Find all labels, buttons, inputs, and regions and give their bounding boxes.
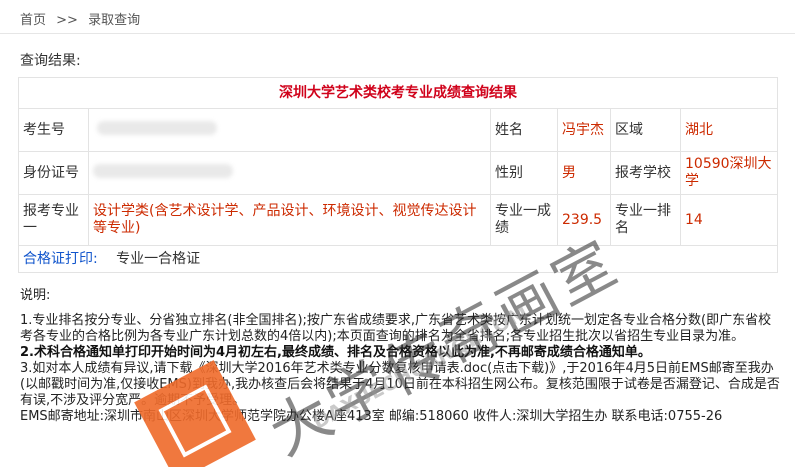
name-value: 冯宇杰 xyxy=(557,108,611,152)
result-label: 查询结果: xyxy=(20,53,81,69)
certificate-print-link[interactable]: 合格证打印: xyxy=(23,251,98,267)
region-value: 湖北 xyxy=(679,108,779,152)
notes-title: 说明: xyxy=(20,288,51,303)
id-value xyxy=(88,151,491,195)
breadcrumb-home-link[interactable]: 首页 xyxy=(20,13,46,28)
name-label: 姓名 xyxy=(490,108,558,152)
rank-value: 14 xyxy=(679,194,779,246)
gender-value: 男 xyxy=(557,151,611,195)
breadcrumb-current: 录取查询 xyxy=(88,13,141,28)
result-table: 深圳大学艺术类校考专业成绩查询结果 考生号 姓名 冯宇杰 区域 湖北 身份证号 … xyxy=(17,77,779,273)
exam-no-value xyxy=(88,108,491,152)
gender-label: 性别 xyxy=(490,151,558,195)
major-value: 设计学类(含艺术设计学、产品设计、环境设计、视觉传达设计等专业) xyxy=(88,194,491,246)
breadcrumb: 首页 >> 录取查询 xyxy=(0,0,795,34)
certificate-value: 专业一合格证 xyxy=(116,250,201,267)
page: 首页 >> 录取查询 查询结果: 深圳大学艺术类校考专业成绩查询结果 考生号 姓… xyxy=(0,0,795,467)
breadcrumb-separator: >> xyxy=(56,13,78,28)
school-value: 10590深圳大学 xyxy=(679,151,779,195)
school-label: 报考学校 xyxy=(610,151,681,195)
region-label: 区域 xyxy=(610,108,681,152)
exam-no-label: 考生号 xyxy=(18,108,89,152)
id-label: 身份证号 xyxy=(18,151,89,195)
rank-label: 专业一排名 xyxy=(610,194,681,246)
certificate-row: 合格证打印: 专业一合格证 xyxy=(17,245,779,273)
result-table-title: 深圳大学艺术类校考专业成绩查询结果 xyxy=(17,77,779,109)
major-label: 报考专业一 xyxy=(18,194,89,246)
